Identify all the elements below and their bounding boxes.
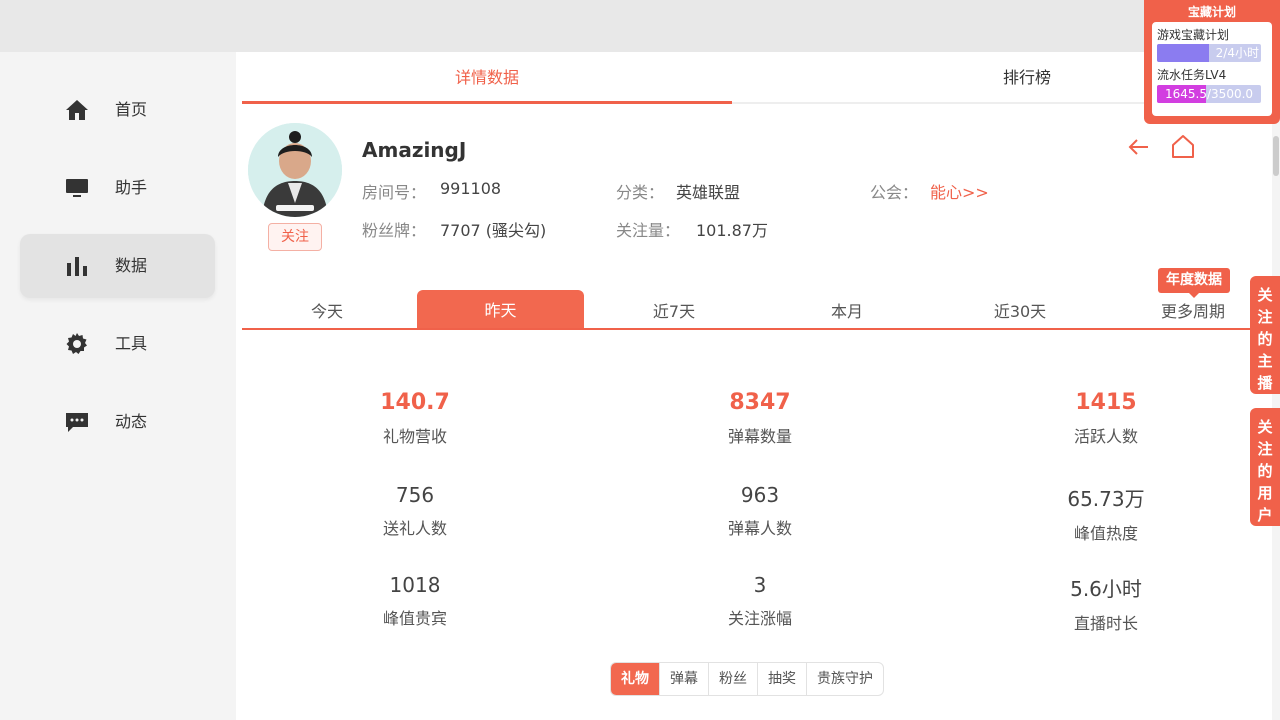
stat-gift-revenue: 140.7 礼物营收	[315, 390, 515, 447]
home-icon	[65, 99, 89, 121]
followers-value: 101.87万	[696, 221, 768, 240]
followed-streamers-label: 关注的主播	[1257, 286, 1273, 392]
period-tab-30days[interactable]: 近30天	[935, 290, 1105, 328]
gear-icon	[65, 333, 89, 355]
subtab-lottery[interactable]: 抽奖	[758, 663, 807, 695]
bar-chart-icon	[65, 255, 89, 277]
sidebar-item-home[interactable]: 首页	[20, 78, 215, 142]
subtab-danmaku[interactable]: 弹幕	[660, 663, 709, 695]
task1-label: 游戏宝藏计划	[1157, 28, 1230, 42]
fanbadge-value: 7707 (骚尖勾)	[440, 221, 547, 240]
chat-icon	[65, 411, 89, 433]
followed-streamers-button[interactable]: 关注的主播	[1250, 276, 1280, 394]
followed-users-label: 关注的用户	[1257, 418, 1273, 524]
stat-follow-growth: 3 关注涨幅	[660, 573, 860, 629]
room-label: 房间号：	[362, 183, 427, 202]
subtab-gifts[interactable]: 礼物	[611, 663, 660, 695]
stat-label: 活跃人数	[1073, 427, 1138, 446]
task1-progress-text: 2/4小时	[1215, 46, 1259, 60]
guild-link[interactable]: 能心>>	[930, 179, 989, 203]
streamer-name: AmazingJ	[362, 138, 467, 162]
task2-progress-text: 1645.5/3500.0元	[1165, 85, 1261, 103]
stat-label: 直播时长	[1073, 614, 1138, 633]
task2-progress-bar: 1645.5/3500.0元	[1157, 85, 1261, 103]
stat-active-users: 1415 活跃人数	[1006, 390, 1206, 447]
stat-peak-vip: 1018 峰值贵宾	[315, 573, 515, 629]
stat-value: 1415	[1075, 390, 1137, 415]
stat-label: 弹幕数量	[727, 427, 792, 446]
window-top-bar	[0, 0, 1280, 52]
stat-danmaku-count: 8347 弹幕数量	[660, 390, 860, 447]
sidebar-item-label: 数据	[115, 256, 148, 275]
stat-value: 1018	[389, 573, 441, 597]
stat-label: 弹幕人数	[727, 519, 792, 538]
room-value: 991108	[440, 179, 502, 198]
stat-gifters: 756 送礼人数	[315, 483, 515, 539]
category-value: 英雄联盟	[676, 183, 741, 202]
sidebar: 首页 助手 数据 工具 动态	[0, 52, 236, 720]
sidebar-item-label: 动态	[115, 412, 148, 431]
subtab-noble-guard[interactable]: 贵族守护	[807, 663, 883, 695]
main-panel: 详情数据 排行榜 关注 AmazingJ 房间号： 991108 分类： 英雄联…	[236, 52, 1280, 720]
monitor-icon	[65, 177, 89, 199]
period-tab-today[interactable]: 今天	[242, 290, 412, 328]
stat-value: 65.73万	[1067, 487, 1145, 511]
stat-danmaku-users: 963 弹幕人数	[660, 483, 860, 539]
treasure-plan-title: 宝藏计划	[1187, 5, 1236, 19]
sidebar-item-label: 工具	[115, 334, 148, 353]
detail-subtabs: 礼物 弹幕 粉丝 抽奖 贵族守护	[610, 662, 884, 696]
period-tabs: 今天 昨天 近7天 本月 近30天 更多周期	[242, 290, 1272, 330]
stat-value: 3	[753, 573, 767, 597]
task2-label: 流水任务LV4	[1157, 68, 1227, 82]
sidebar-item-label: 首页	[115, 100, 148, 119]
followed-users-button[interactable]: 关注的用户	[1250, 408, 1280, 526]
sidebar-item-data[interactable]: 数据	[20, 234, 215, 298]
stat-stream-duration: 5.6小时 直播时长	[1006, 573, 1206, 634]
stat-label: 峰值热度	[1073, 524, 1138, 543]
subtab-fans[interactable]: 粉丝	[709, 663, 758, 695]
period-tab-month[interactable]: 本月	[762, 290, 932, 328]
follow-button[interactable]: 关注	[268, 223, 322, 251]
period-tab-7days[interactable]: 近7天	[589, 290, 759, 328]
home-icon[interactable]	[1170, 133, 1196, 159]
fanbadge-label: 粉丝牌：	[362, 221, 427, 240]
stat-value: 8347	[729, 390, 791, 415]
tab-detail-data[interactable]: 详情数据	[242, 52, 732, 104]
stat-peak-heat: 65.73万 峰值热度	[1006, 483, 1206, 544]
treasure-plan-widget[interactable]: 宝藏计划 游戏宝藏计划 2/4小时 流水任务LV4 1645.5/3500.0元	[1144, 0, 1280, 124]
task1-progress-fill	[1157, 44, 1209, 62]
stat-value: 5.6小时	[1070, 577, 1142, 601]
stat-label: 礼物营收	[382, 427, 447, 446]
stat-label: 峰值贵宾	[382, 609, 447, 628]
stat-value: 756	[395, 483, 435, 507]
followers-label: 关注量：	[616, 221, 681, 240]
stat-value: 963	[740, 483, 780, 507]
guild-label: 公会：	[870, 183, 919, 202]
sidebar-item-tools[interactable]: 工具	[20, 312, 215, 376]
avatar[interactable]	[248, 123, 342, 217]
period-tab-yesterday[interactable]: 昨天	[417, 290, 584, 328]
stat-value: 140.7	[380, 390, 450, 415]
task2-current: 1645.5	[1165, 87, 1207, 101]
sidebar-item-label: 助手	[115, 178, 148, 197]
stat-label: 关注涨幅	[727, 609, 792, 628]
stat-label: 送礼人数	[382, 519, 447, 538]
sidebar-item-feed[interactable]: 动态	[20, 390, 215, 454]
task1-progress-bar: 2/4小时	[1157, 44, 1261, 62]
treasure-plan-panel: 游戏宝藏计划 2/4小时 流水任务LV4 1645.5/3500.0元	[1152, 22, 1272, 116]
back-arrow-icon[interactable]	[1126, 134, 1152, 160]
scroll-thumb[interactable]	[1273, 136, 1279, 176]
category-label: 分类：	[616, 183, 665, 202]
sidebar-item-assistant[interactable]: 助手	[20, 156, 215, 220]
